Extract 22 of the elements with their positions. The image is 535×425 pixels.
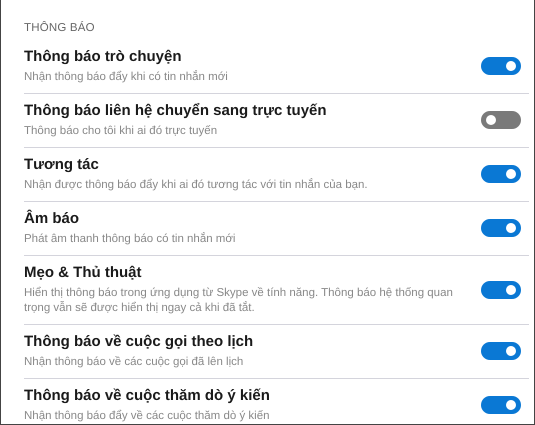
section-title: THÔNG BÁO xyxy=(24,22,96,36)
setting-title: Âm báo xyxy=(24,209,80,229)
setting-description: Nhận thông báo về các cuộc gọi đã lên lịch xyxy=(24,355,244,370)
setting-description: Nhận thông báo đẩy về các cuộc thăm dò ý kiến xyxy=(24,409,270,424)
setting-description: Nhận được thông báo đẩy khi ai đó tương tác với tin nhắn của bạn. xyxy=(24,178,369,193)
toggle-switch[interactable] xyxy=(481,111,521,129)
setting-description: Phát âm thanh thông báo có tin nhắn mới xyxy=(24,232,236,247)
toggle-switch[interactable] xyxy=(481,57,521,75)
setting-title: Thông báo trò chuyện xyxy=(24,47,182,67)
setting-title: Thông báo về cuộc thăm dò ý kiến xyxy=(24,386,271,406)
setting-description: Nhận thông báo đẩy khi có tin nhắn mới xyxy=(24,70,229,85)
toggle-switch[interactable] xyxy=(481,219,521,237)
setting-title: Thông báo liên hệ chuyển sang trực tuyến xyxy=(24,101,328,121)
setting-description: Hiển thị thông báo trong ứng dụng từ Skype về tính năng. Thông báo hệ thống quan trọng vẫn sẽ được hiển thị ngay cả khi đã tắt. xyxy=(24,286,454,316)
toggle-switch[interactable] xyxy=(481,396,521,414)
toggle-switch[interactable] xyxy=(481,280,521,298)
setting-title: Mẹo & Thủ thuật xyxy=(24,263,142,283)
setting-title: Thông báo về cuộc gọi theo lịch xyxy=(24,332,254,352)
toggle-switch[interactable] xyxy=(481,342,521,360)
setting-title: Tương tác xyxy=(24,155,100,175)
setting-description: Thông báo cho tôi khi ai đó trực tuyến xyxy=(24,124,218,139)
toggle-switch[interactable] xyxy=(481,165,521,183)
